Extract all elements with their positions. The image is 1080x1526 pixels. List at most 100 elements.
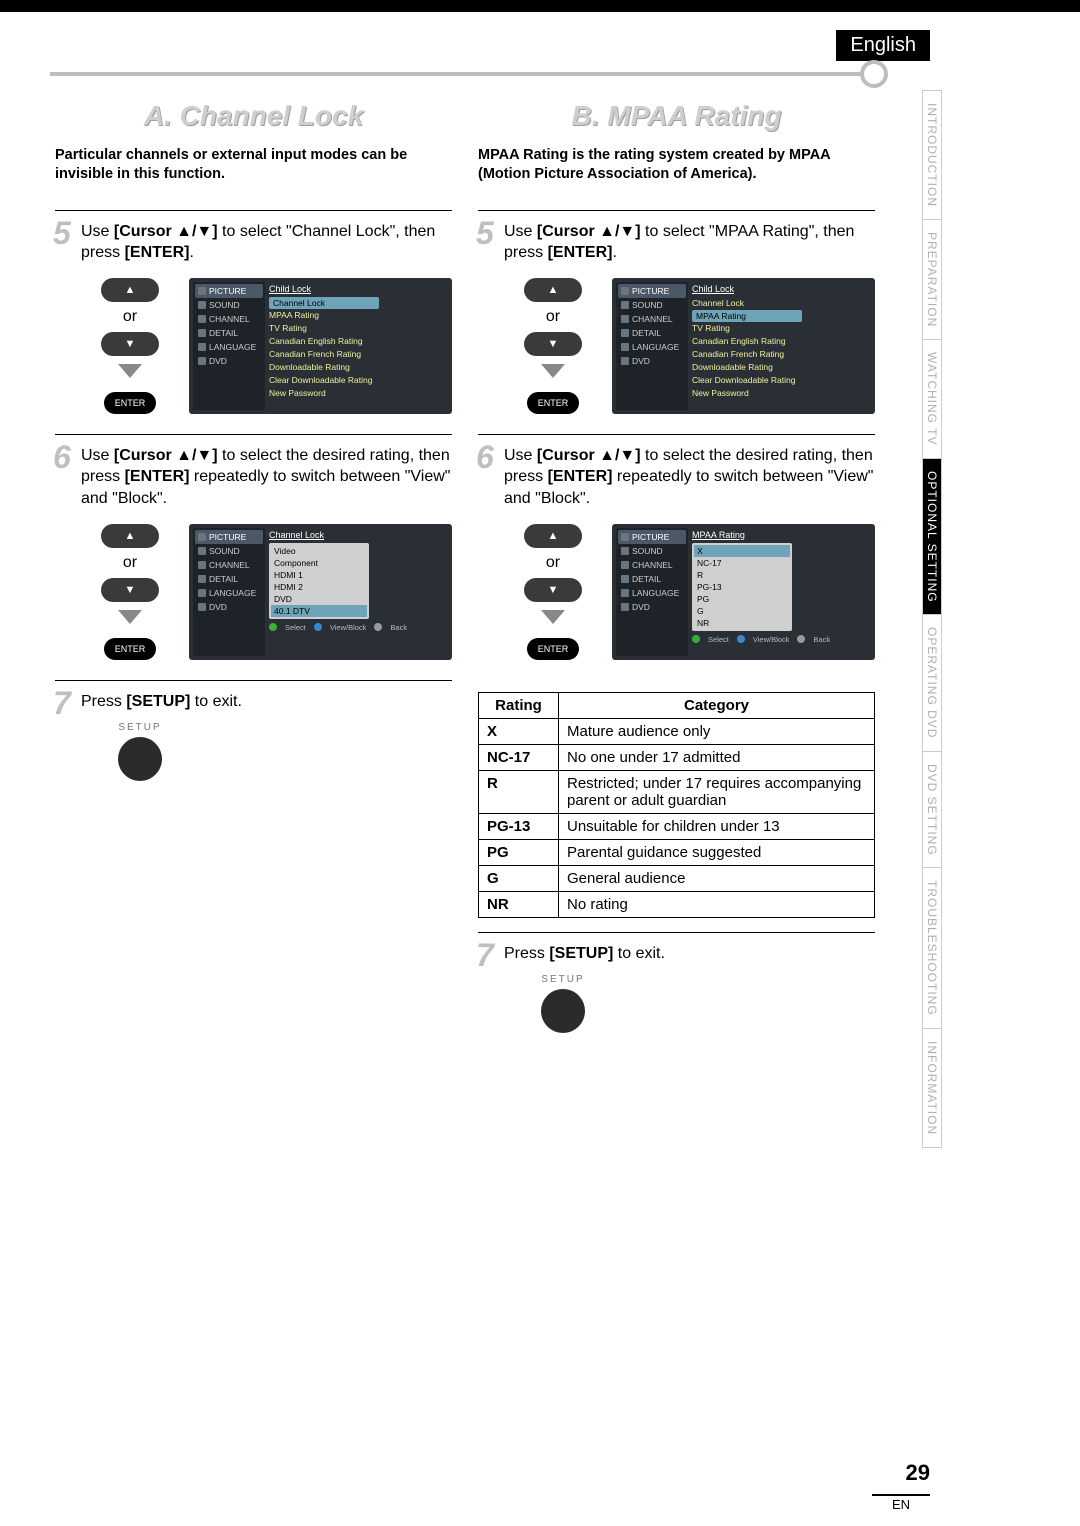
intro-a: Particular channels or external input mo… — [55, 146, 452, 184]
cursor-down-icon: ▼ — [101, 578, 159, 602]
back-dot-icon — [797, 635, 805, 643]
osd-side-icon — [198, 561, 206, 569]
table-row: PG-13Unsuitable for children under 13 — [479, 813, 875, 839]
setup-label: SETUP — [541, 974, 584, 985]
table-row: NRNo rating — [479, 891, 875, 917]
osd-side-item: PICTURE — [618, 284, 686, 298]
step-text: Use [Cursor ▲/▼] to select "Channel Lock… — [81, 221, 452, 264]
osd-side-item: LANGUAGE — [195, 586, 263, 600]
step-number: 6 — [53, 439, 71, 476]
osd-side-icon — [198, 315, 206, 323]
section-title-b: B. MPAA Rating — [478, 100, 875, 132]
section-tab: INTRODUCTION — [922, 90, 942, 220]
osd-rating-item: DVD — [271, 593, 367, 605]
top-black-bar — [0, 0, 1080, 12]
setup-circle-icon — [118, 737, 162, 781]
osd-side-icon — [621, 575, 629, 583]
cursor-down-icon: ▼ — [524, 578, 582, 602]
step-number: 5 — [53, 215, 71, 252]
osd-side-icon — [198, 343, 206, 351]
cursor-up-icon: ▲ — [524, 278, 582, 302]
header-rule-dot — [860, 60, 888, 88]
osd-menu-item: Canadian French Rating — [692, 348, 867, 361]
category-cell: No one under 17 admitted — [559, 744, 875, 770]
step-5-left: 5 Use [Cursor ▲/▼] to select "Channel Lo… — [55, 210, 452, 434]
or-label: or — [546, 308, 560, 326]
osd-side-item: SOUND — [618, 544, 686, 558]
osd-side-icon — [621, 603, 629, 611]
step-5-right: 5 Use [Cursor ▲/▼] to select "MPAA Ratin… — [478, 210, 875, 434]
table-row: PGParental guidance suggested — [479, 839, 875, 865]
osd-side-icon — [198, 533, 206, 541]
osd-menu-item: Canadian English Rating — [692, 335, 867, 348]
osd-side-icon — [621, 287, 629, 295]
osd-side-item: LANGUAGE — [618, 340, 686, 354]
step-number: 5 — [476, 215, 494, 252]
osd-rating-item: X — [694, 545, 790, 557]
osd-side-item: SOUND — [195, 298, 263, 312]
section-tab: OPERATING DVD — [922, 615, 942, 751]
osd-side-item: CHANNEL — [195, 558, 263, 572]
section-tab: OPTIONAL SETTING — [922, 459, 942, 616]
osd-rating-item: HDMI 2 — [271, 581, 367, 593]
osd-side-icon — [621, 343, 629, 351]
step-text: Use [Cursor ▲/▼] to select the desired r… — [504, 445, 875, 510]
osd-side-icon — [621, 561, 629, 569]
cursor-up-icon: ▲ — [524, 524, 582, 548]
osd-side-icon — [621, 589, 629, 597]
osd-mpaa-rating: PICTURESOUNDCHANNELDETAILLANGUAGEDVD MPA… — [612, 524, 875, 660]
osd-side-item: DVD — [618, 354, 686, 368]
section-tab: TROUBLESHOOTING — [922, 868, 942, 1029]
step-number: 6 — [476, 439, 494, 476]
osd-menu-item: New Password — [269, 387, 444, 400]
page-lang: EN — [872, 1497, 930, 1512]
page-number-rule — [872, 1494, 930, 1496]
osd-side-icon — [198, 301, 206, 309]
step-number: 7 — [53, 685, 71, 722]
osd-side-item: DVD — [195, 354, 263, 368]
osd-side-item: DVD — [195, 600, 263, 614]
setup-label: SETUP — [118, 722, 161, 733]
section-tab: WATCHING TV — [922, 340, 942, 458]
rating-cell: PG-13 — [479, 813, 559, 839]
flow-arrow-icon — [118, 610, 142, 624]
step-7-left: 7 Press [SETUP] to exit. SETUP — [55, 680, 452, 802]
or-label: or — [546, 554, 560, 572]
cursor-down-icon: ▼ — [101, 332, 159, 356]
table-row: GGeneral audience — [479, 865, 875, 891]
table-row: RRestricted; under 17 requires accompany… — [479, 770, 875, 813]
step-7-right: 7 Press [SETUP] to exit. SETUP — [478, 932, 875, 1054]
osd-side-item: CHANNEL — [618, 312, 686, 326]
osd-side-item: PICTURE — [618, 530, 686, 544]
osd-rating-item: HDMI 1 — [271, 569, 367, 581]
osd-menu-item: New Password — [692, 387, 867, 400]
osd-rating-item: 40.1 DTV — [271, 605, 367, 617]
osd-title: Child Lock — [269, 284, 444, 294]
osd-title: MPAA Rating — [692, 530, 867, 540]
viewblock-dot-icon — [737, 635, 745, 643]
osd-side-item: CHANNEL — [618, 558, 686, 572]
rating-cell: G — [479, 865, 559, 891]
osd-side-item: DETAIL — [195, 572, 263, 586]
osd-menu-item: TV Rating — [269, 322, 444, 335]
osd-side-icon — [621, 547, 629, 555]
table-header-rating: Rating — [479, 692, 559, 718]
osd-rating-item: Component — [271, 557, 367, 569]
category-cell: Restricted; under 17 requires accompanyi… — [559, 770, 875, 813]
table-header-category: Category — [559, 692, 875, 718]
category-cell: No rating — [559, 891, 875, 917]
osd-childlock-right: PICTURESOUNDCHANNELDETAILLANGUAGEDVD Chi… — [612, 278, 875, 414]
osd-menu-item: TV Rating — [692, 322, 867, 335]
lock-icon — [781, 547, 787, 555]
osd-rating-item: NR — [694, 617, 790, 629]
column-channel-lock: A. Channel Lock Particular channels or e… — [55, 92, 452, 1053]
remote-arrows: ▲ or ▼ ENTER — [508, 524, 598, 660]
enter-button-icon: ENTER — [527, 638, 579, 660]
or-label: or — [123, 308, 137, 326]
or-label: or — [123, 554, 137, 572]
table-row: XMature audience only — [479, 718, 875, 744]
category-cell: Parental guidance suggested — [559, 839, 875, 865]
osd-menu-item: MPAA Rating — [692, 310, 802, 322]
osd-side-item: PICTURE — [195, 530, 263, 544]
step-text: Press [SETUP] to exit. — [81, 691, 452, 713]
